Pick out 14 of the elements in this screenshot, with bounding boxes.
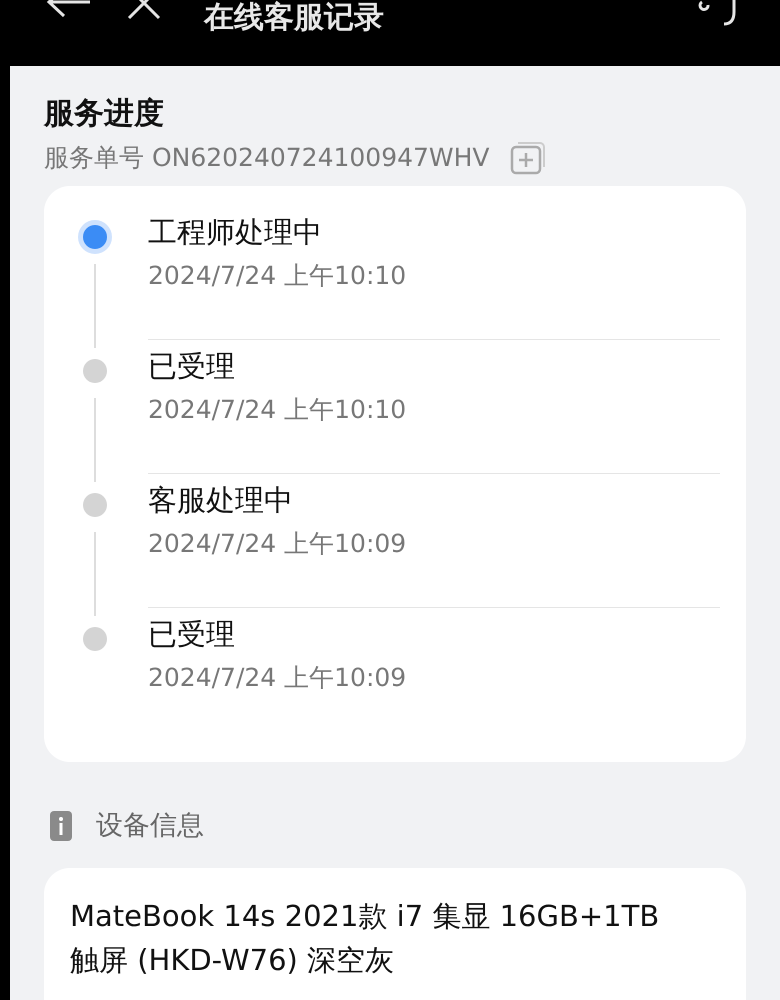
- status-title: 已受理: [148, 348, 236, 385]
- status-title: 工程师处理中: [148, 214, 323, 251]
- status-title: 客服处理中: [148, 482, 294, 519]
- device-name: MateBook 14s 2021款 i7 集显 16GB+1TB 触屏 (HKD-W76) 深空灰: [70, 898, 660, 979]
- status-title: 已受理: [148, 616, 236, 653]
- section-title: 设备信息: [96, 809, 204, 843]
- status-time: 2024/7/24 上午10:10: [148, 394, 408, 426]
- status-time: 2024/7/24 上午10:10: [148, 260, 408, 292]
- info-icon: [50, 811, 72, 841]
- order-number: 服务单号 ON620240724100947WHV: [44, 142, 490, 174]
- page-title: 在线客服记录: [204, 0, 384, 36]
- section-title: 服务进度: [44, 95, 165, 133]
- status-time: 2024/7/24 上午10:09: [148, 528, 408, 560]
- status-time: 2024/7/24 上午10:09: [148, 662, 408, 694]
